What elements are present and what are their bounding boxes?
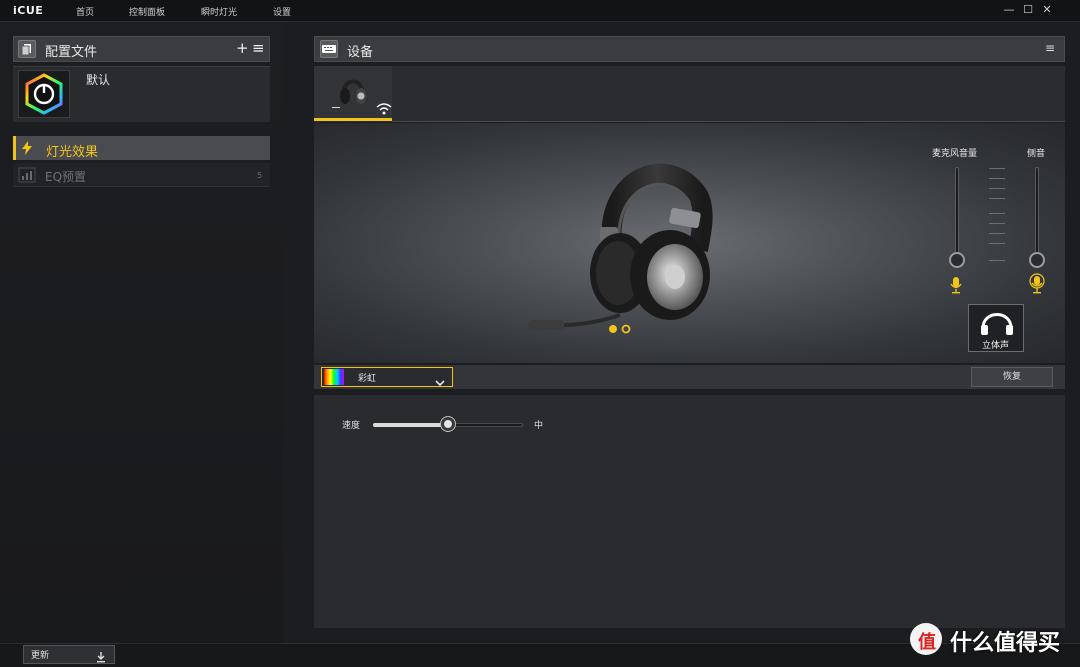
battery-icon [332,107,340,108]
devices-menu-button[interactable]: ≡ [1045,41,1055,55]
sidetone-mic-icon[interactable] [1029,273,1045,299]
sidetone-slider[interactable] [1035,167,1039,259]
keyboard-icon [320,40,338,58]
tick [989,188,1005,189]
nav-instant-lighting[interactable]: 瞬时灯光 [201,5,237,18]
chevron-down-icon [435,372,445,391]
tick [989,213,1005,214]
tick [989,223,1005,224]
update-label: 更新 [31,651,50,661]
reset-button[interactable]: 恢复 [971,367,1053,387]
speed-label: 速度 [342,421,361,431]
tick [989,178,1005,179]
devices-header [314,36,1065,62]
tick [989,243,1005,244]
device-tab-indicator [314,118,392,121]
stereo-label: 立体声 [982,341,1010,351]
feature-label: 灯光效果 [46,145,99,160]
mic-volume-knob[interactable] [949,252,965,268]
device-strip [314,66,1065,122]
tick [989,198,1005,199]
equalizer-icon [18,167,36,187]
minimize-button[interactable]: — [1002,3,1016,17]
profile-hex-icon [18,70,70,118]
close-button[interactable]: ✕ [1040,3,1054,17]
effect-selected-value: 彩虹 [358,374,377,384]
profile-name: 默认 [86,73,111,87]
tick [989,260,1005,261]
maximize-button[interactable]: ☐ [1021,3,1035,17]
app-logo: iCUE [13,4,44,17]
profiles-icon [18,40,36,58]
add-profile-button[interactable]: + [236,39,249,57]
download-icon [96,648,106,667]
feature-label: EQ预置 [45,170,87,184]
tick [989,233,1005,234]
speed-slider-fill [373,423,448,427]
effect-settings-panel [314,395,1065,628]
nav-dashboard[interactable]: 控制面板 [129,5,165,18]
speed-value: 中 [534,421,544,431]
headphones-icon [979,308,1015,340]
speed-slider-knob[interactable] [441,417,455,431]
tick [989,168,1005,169]
watermark-text: 什么值得买 [950,631,1061,656]
watermark-logo-char: 值 [918,632,936,653]
mic-volume-slider[interactable] [955,167,959,259]
mic-icon[interactable] [950,276,962,298]
headset-illustration [520,155,720,349]
lightning-icon [20,140,34,160]
profiles-title: 配置文件 [45,45,98,60]
divider [392,121,1065,122]
sidetone-label: 侧音 [1027,149,1046,159]
nav-settings[interactable]: 设置 [273,5,291,18]
headset-thumbnail-icon [335,70,368,116]
profiles-menu-button[interactable]: ≡ [252,39,265,57]
sidetone-knob[interactable] [1029,252,1045,268]
feature-count: 5 [257,171,263,180]
devices-title: 设备 [347,45,374,60]
nav-home[interactable]: 首页 [76,5,94,18]
rainbow-swatch-icon [324,369,344,385]
mic-volume-label: 麦克风音量 [932,149,978,159]
